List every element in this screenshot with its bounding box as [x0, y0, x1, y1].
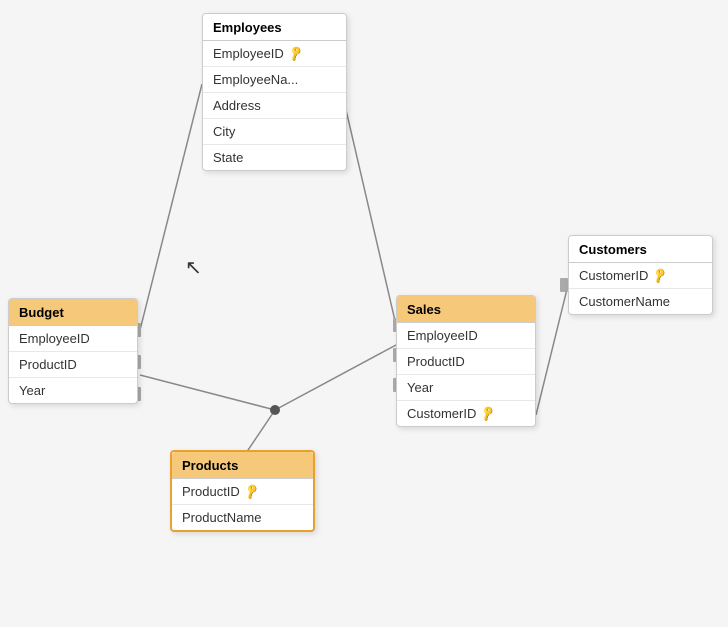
budget-field-employeeid: EmployeeID	[9, 326, 137, 352]
employees-field-employeename: EmployeeNa...	[203, 67, 346, 93]
customers-field-customerid: CustomerID 🔑	[569, 263, 712, 289]
products-header: Products	[172, 452, 313, 479]
key-icon-sales: 🔑	[479, 404, 497, 422]
customers-header: Customers	[569, 236, 712, 263]
budget-field-year: Year	[9, 378, 137, 403]
sales-title: Sales	[407, 302, 441, 317]
employees-title: Employees	[213, 20, 282, 35]
employees-field-address: Address	[203, 93, 346, 119]
budget-header: Budget	[9, 299, 137, 326]
diagram-canvas[interactable]: Employees EmployeeID 🔑 EmployeeNa... Add…	[0, 0, 728, 627]
customers-title: Customers	[579, 242, 647, 257]
budget-field-productid: ProductID	[9, 352, 137, 378]
employees-field-state: State	[203, 145, 346, 170]
sales-field-productid: ProductID	[397, 349, 535, 375]
customers-field-customername: CustomerName	[569, 289, 712, 314]
employees-field-employeeid: EmployeeID 🔑	[203, 41, 346, 67]
employees-header: Employees	[203, 14, 346, 41]
budget-title: Budget	[19, 305, 64, 320]
cursor-arrow: ↖	[185, 255, 202, 280]
key-icon-products: 🔑	[242, 482, 260, 500]
customers-table[interactable]: Customers CustomerID 🔑 CustomerName	[568, 235, 713, 315]
sales-field-year: Year	[397, 375, 535, 401]
products-title: Products	[182, 458, 238, 473]
products-table[interactable]: Products ProductID 🔑 ProductName	[170, 450, 315, 532]
sales-header: Sales	[397, 296, 535, 323]
sales-table[interactable]: Sales EmployeeID ProductID Year Customer…	[396, 295, 536, 427]
key-icon: 🔑	[286, 44, 304, 62]
employees-table[interactable]: Employees EmployeeID 🔑 EmployeeNa... Add…	[202, 13, 347, 171]
sales-field-employeeid: EmployeeID	[397, 323, 535, 349]
sales-field-customerid: CustomerID 🔑	[397, 401, 535, 426]
budget-table[interactable]: Budget EmployeeID ProductID Year	[8, 298, 138, 404]
products-field-productid: ProductID 🔑	[172, 479, 313, 505]
key-icon-customers: 🔑	[651, 266, 669, 284]
employees-field-city: City	[203, 119, 346, 145]
products-field-productname: ProductName	[172, 505, 313, 530]
